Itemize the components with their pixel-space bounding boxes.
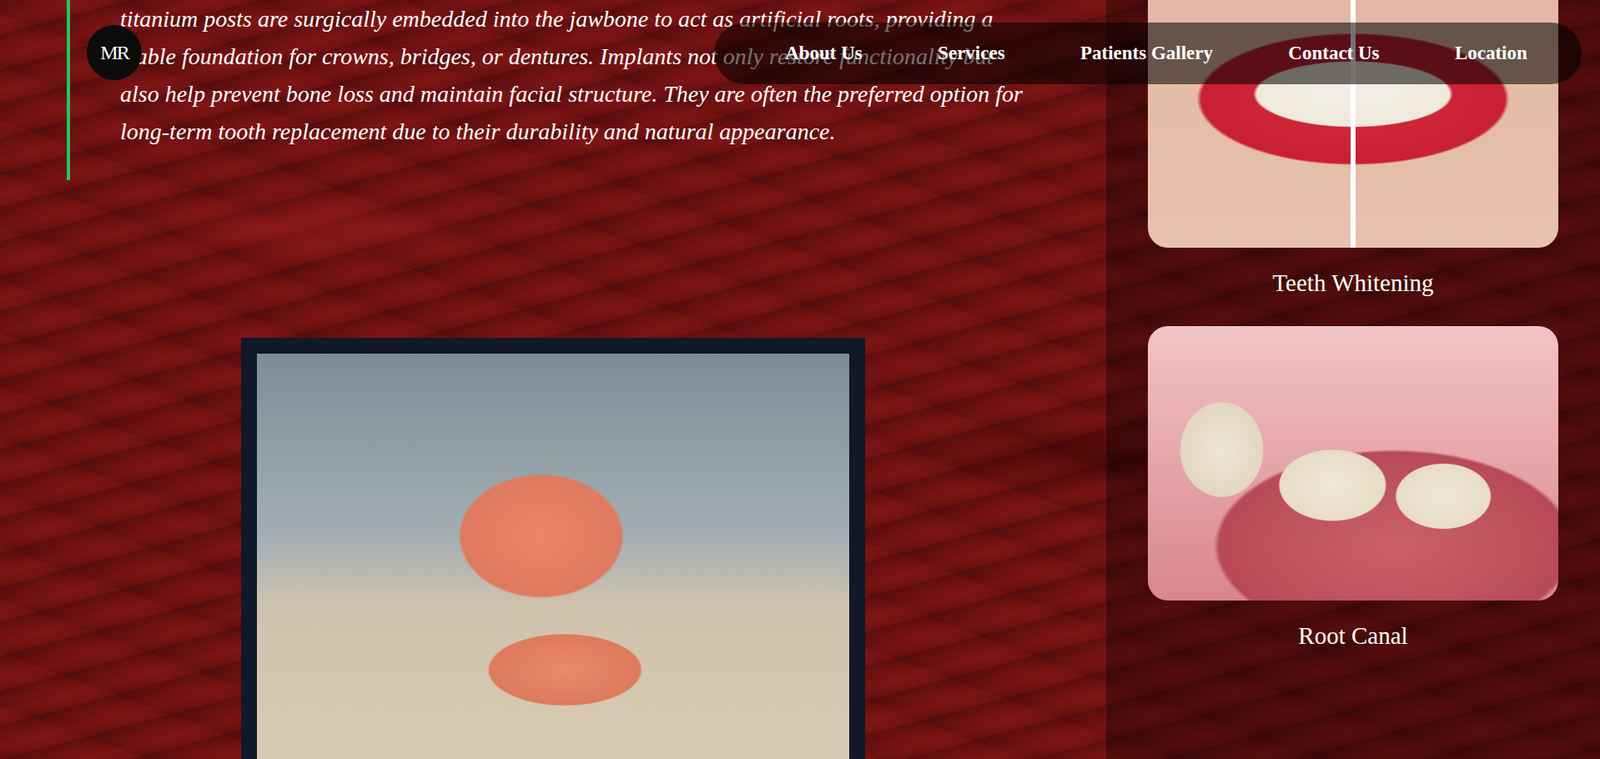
logo[interactable]: MR [86, 25, 142, 81]
services-sidebar: Teeth Whitening Root Canal [1106, 0, 1600, 759]
service-label[interactable]: Root Canal [1147, 600, 1559, 680]
navbar: About Us Services Patients Gallery Contact … [714, 22, 1582, 85]
nav-item[interactable]: Patients Gallery [1073, 37, 1220, 70]
nav-item[interactable]: Contact Us [1281, 37, 1386, 70]
service-label[interactable]: Teeth Whitening [1147, 247, 1559, 327]
service-photo [1147, 326, 1559, 601]
service-card[interactable]: Root Canal [1147, 326, 1559, 680]
braces-photo [256, 353, 850, 759]
photo-frame [241, 337, 866, 759]
nav-item[interactable]: Location [1448, 37, 1535, 70]
main-content: titanium posts are surgically embedded i… [0, 0, 1107, 759]
nav-item[interactable]: Services [930, 37, 1012, 70]
nav-item[interactable]: About Us [778, 37, 870, 70]
page: titanium posts are surgically embedded i… [0, 0, 1600, 759]
